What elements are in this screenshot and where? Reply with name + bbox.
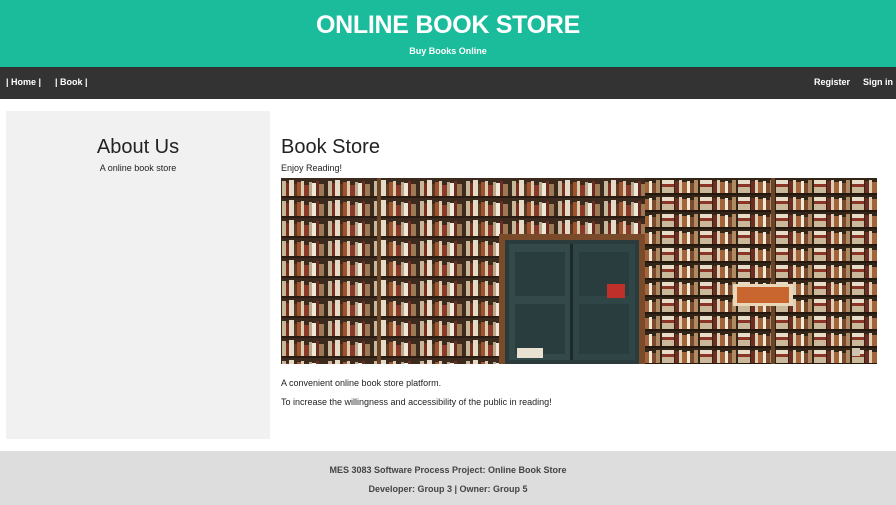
about-us-text: A online book store [99, 163, 177, 173]
nav-home-link[interactable]: | Home | [6, 77, 41, 87]
footer-project-text: MES 3083 Software Process Project: Onlin… [329, 465, 567, 475]
tagline-text: Enjoy Reading! [281, 163, 343, 173]
book-store-heading: Book Store [281, 136, 380, 158]
about-us-sidebar: About Us A online book store [6, 111, 270, 439]
bookshelf-banner-image [281, 178, 877, 364]
description-line-2: To increase the willingness and accessib… [281, 397, 552, 407]
footer-credits-text: Developer: Group 3 | Owner: Group 5 [368, 484, 528, 494]
top-navbar: | Home | | Book | Register Sign in [0, 67, 896, 99]
description-line-1: A convenient online book store platform. [281, 378, 442, 388]
nav-signin-link[interactable]: Sign in [863, 77, 893, 87]
about-us-heading: About Us [96, 136, 180, 158]
site-footer: MES 3083 Software Process Project: Onlin… [0, 451, 896, 505]
site-header: ONLINE BOOK STORE Buy Books Online [0, 0, 896, 67]
site-title: ONLINE BOOK STORE [316, 11, 580, 39]
nav-register-link[interactable]: Register [814, 77, 850, 87]
site-subtitle: Buy Books Online [409, 46, 487, 56]
nav-book-link[interactable]: | Book | [55, 77, 88, 87]
